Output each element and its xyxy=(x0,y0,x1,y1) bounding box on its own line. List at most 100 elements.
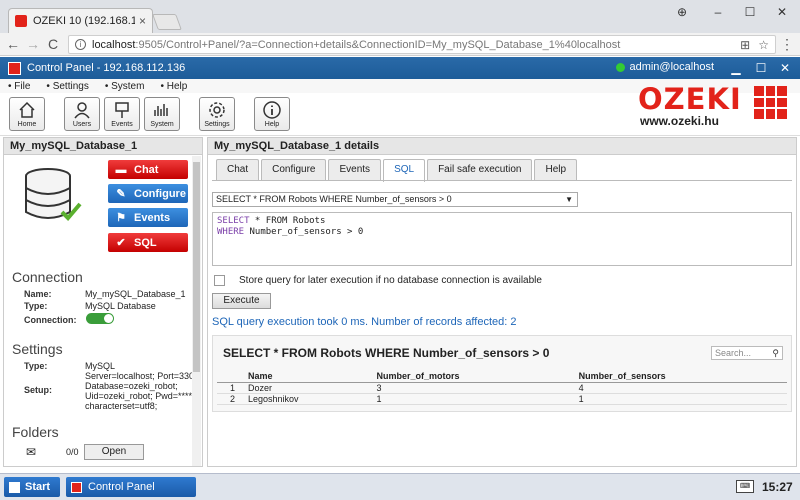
chat-icon: ▬ xyxy=(115,163,127,176)
start-button[interactable]: Start xyxy=(4,477,60,497)
logo-text: OZEKI xyxy=(638,82,742,116)
sql-editor[interactable]: SELECT * FROM Robots WHERE Number_of_sen… xyxy=(212,212,792,266)
tab-events[interactable]: Events xyxy=(328,159,382,180)
settings-heading: Settings xyxy=(12,341,63,357)
name-label: Name: xyxy=(24,289,52,299)
connection-label: Connection: xyxy=(24,315,77,325)
connection-title: My_mySQL_Database_1 xyxy=(4,138,202,155)
menu-settings[interactable]: • Settings xyxy=(46,81,96,92)
sidebar-scroll-thumb[interactable] xyxy=(193,162,200,372)
browser-minimize-button[interactable]: – xyxy=(706,3,730,21)
control-panel-task[interactable]: Control Panel xyxy=(66,477,196,497)
connection-toggle[interactable] xyxy=(86,313,114,324)
chat-button[interactable]: ▬ Chat xyxy=(108,160,188,179)
system-icon xyxy=(154,104,168,116)
gear-icon xyxy=(209,102,225,118)
events-button[interactable]: Events xyxy=(104,97,140,131)
results-title: SELECT * FROM Robots WHERE Number_of_sen… xyxy=(223,346,550,360)
back-arrow-icon[interactable]: ← xyxy=(4,36,22,53)
query-results: SELECT * FROM Robots WHERE Number_of_sen… xyxy=(212,335,792,412)
help-button[interactable]: Help xyxy=(254,97,290,131)
ozeki-favicon-icon xyxy=(15,15,27,27)
settings-button[interactable]: Settings xyxy=(199,97,235,131)
browser-user-icon[interactable]: ⊕ xyxy=(670,3,694,21)
column-header-name[interactable]: Name xyxy=(245,371,374,383)
home-button[interactable]: Home xyxy=(9,97,45,131)
url-input[interactable]: i localhost:9505/Control+Panel/?a=Connec… xyxy=(68,35,776,54)
browser-tab[interactable]: OZEKI 10 (192.168.112.13 × xyxy=(8,8,153,33)
menu-help[interactable]: • Help xyxy=(160,81,195,92)
tab-chat[interactable]: Chat xyxy=(216,159,260,180)
browser-menu-icon[interactable]: ⋮ xyxy=(780,36,794,53)
store-query-row: Store query for later execution if no da… xyxy=(214,275,542,286)
events-side-button[interactable]: ⚑ Events xyxy=(108,208,188,227)
open-button[interactable]: Open xyxy=(84,444,144,460)
sidebar-scrollbar[interactable] xyxy=(192,156,201,466)
column-header-motors[interactable]: Number_of_motors xyxy=(373,371,576,383)
store-query-label: Store query for later execution if no da… xyxy=(239,275,542,286)
menu-file[interactable]: • File xyxy=(8,81,38,92)
forward-arrow-icon[interactable]: → xyxy=(24,36,42,53)
close-tab-icon[interactable]: × xyxy=(139,14,146,28)
menu-system[interactable]: • System xyxy=(105,81,153,92)
query-history-select[interactable]: SELECT * FROM Robots WHERE Number_of_sen… xyxy=(212,192,578,207)
ozeki-logo: OZEKI www.ozeki.hu xyxy=(638,82,787,128)
browser-close-button[interactable]: ✕ xyxy=(770,3,794,21)
settings-type-value: MySQL xyxy=(85,361,116,371)
configure-button[interactable]: ✎ Configure xyxy=(108,184,188,203)
details-panel: My_mySQL_Database_1 details Chat Configu… xyxy=(207,137,797,467)
column-header-sensors[interactable]: Number_of_sensors xyxy=(575,371,787,383)
browser-tab-title: OZEKI 10 (192.168.112.13 xyxy=(33,15,135,27)
details-title: My_mySQL_Database_1 details xyxy=(208,138,796,155)
folders-heading: Folders xyxy=(12,424,59,440)
control-panel-app-icon xyxy=(8,61,21,75)
info-icon xyxy=(263,101,281,119)
tab-divider xyxy=(212,180,792,181)
connection-heading: Connection xyxy=(12,269,83,285)
events-icon xyxy=(115,102,129,118)
site-info-icon[interactable]: i xyxy=(75,39,86,50)
execute-button[interactable]: Execute xyxy=(212,293,271,309)
keyboard-icon[interactable]: ⌨ xyxy=(736,480,754,493)
clock: 15:27 xyxy=(762,480,793,494)
reload-icon[interactable]: C xyxy=(44,36,62,53)
dropdown-arrow-icon: ▼ xyxy=(565,195,573,204)
name-value: My_mySQL_Database_1 xyxy=(85,289,186,299)
search-icon: ⚲ xyxy=(772,348,779,358)
taskbar: Start Control Panel ⌨ 15:27 xyxy=(0,473,800,500)
store-query-checkbox[interactable] xyxy=(214,275,225,286)
app-close-button[interactable]: ✕ xyxy=(775,59,795,77)
table-header-row: Name Number_of_motors Number_of_sensors xyxy=(217,371,787,383)
url-host: localhost xyxy=(92,38,136,51)
type-value: MySQL Database xyxy=(85,301,156,311)
tab-configure[interactable]: Configure xyxy=(261,159,327,180)
sql-button[interactable]: ✔ SQL xyxy=(108,233,188,252)
table-row[interactable]: 2 Legoshnikov 1 1 xyxy=(217,393,787,405)
folder-count: 0/0 xyxy=(66,447,79,457)
wrench-icon: ✎ xyxy=(116,188,126,200)
translate-icon[interactable]: ⊞ xyxy=(740,38,750,52)
bookmark-star-icon[interactable]: ☆ xyxy=(758,38,769,52)
system-button[interactable]: System xyxy=(144,97,180,131)
app-title: Control Panel - 192.168.112.136 xyxy=(27,62,186,74)
address-bar-row: ← → C i localhost:9505/Control+Panel/?a=… xyxy=(0,33,800,56)
app-maximize-button[interactable]: ☐ xyxy=(751,59,771,77)
url-path: :9505/Control+Panel/?a=Connection+detail… xyxy=(135,38,621,51)
setup-label: Setup: xyxy=(24,385,52,395)
new-tab-button[interactable] xyxy=(152,14,182,30)
tab-help[interactable]: Help xyxy=(534,159,578,180)
browser-maximize-button[interactable]: ☐ xyxy=(738,3,762,21)
results-search-input[interactable]: Search... ⚲ xyxy=(711,346,783,360)
user-indicator[interactable]: admin@localhost xyxy=(616,61,714,73)
app-title-bar: Control Panel - 192.168.112.136 admin@lo… xyxy=(0,57,800,79)
execution-result-message: SQL query execution took 0 ms. Number of… xyxy=(212,316,517,328)
users-button[interactable]: Users xyxy=(64,97,100,131)
connection-sidebar: My_mySQL_Database_1 ▬ Chat ✎ Configure ⚑ Ev… xyxy=(3,137,203,467)
control-panel-icon xyxy=(71,481,82,493)
tab-fail-safe-execution[interactable]: Fail safe execution xyxy=(427,159,533,180)
table-row[interactable]: 1 Dozer 3 4 xyxy=(217,382,787,394)
app-minimize-button[interactable]: ▁ xyxy=(726,59,746,77)
user-name: admin@localhost xyxy=(629,61,714,73)
tab-sql[interactable]: SQL xyxy=(383,159,426,182)
users-icon xyxy=(74,102,90,119)
